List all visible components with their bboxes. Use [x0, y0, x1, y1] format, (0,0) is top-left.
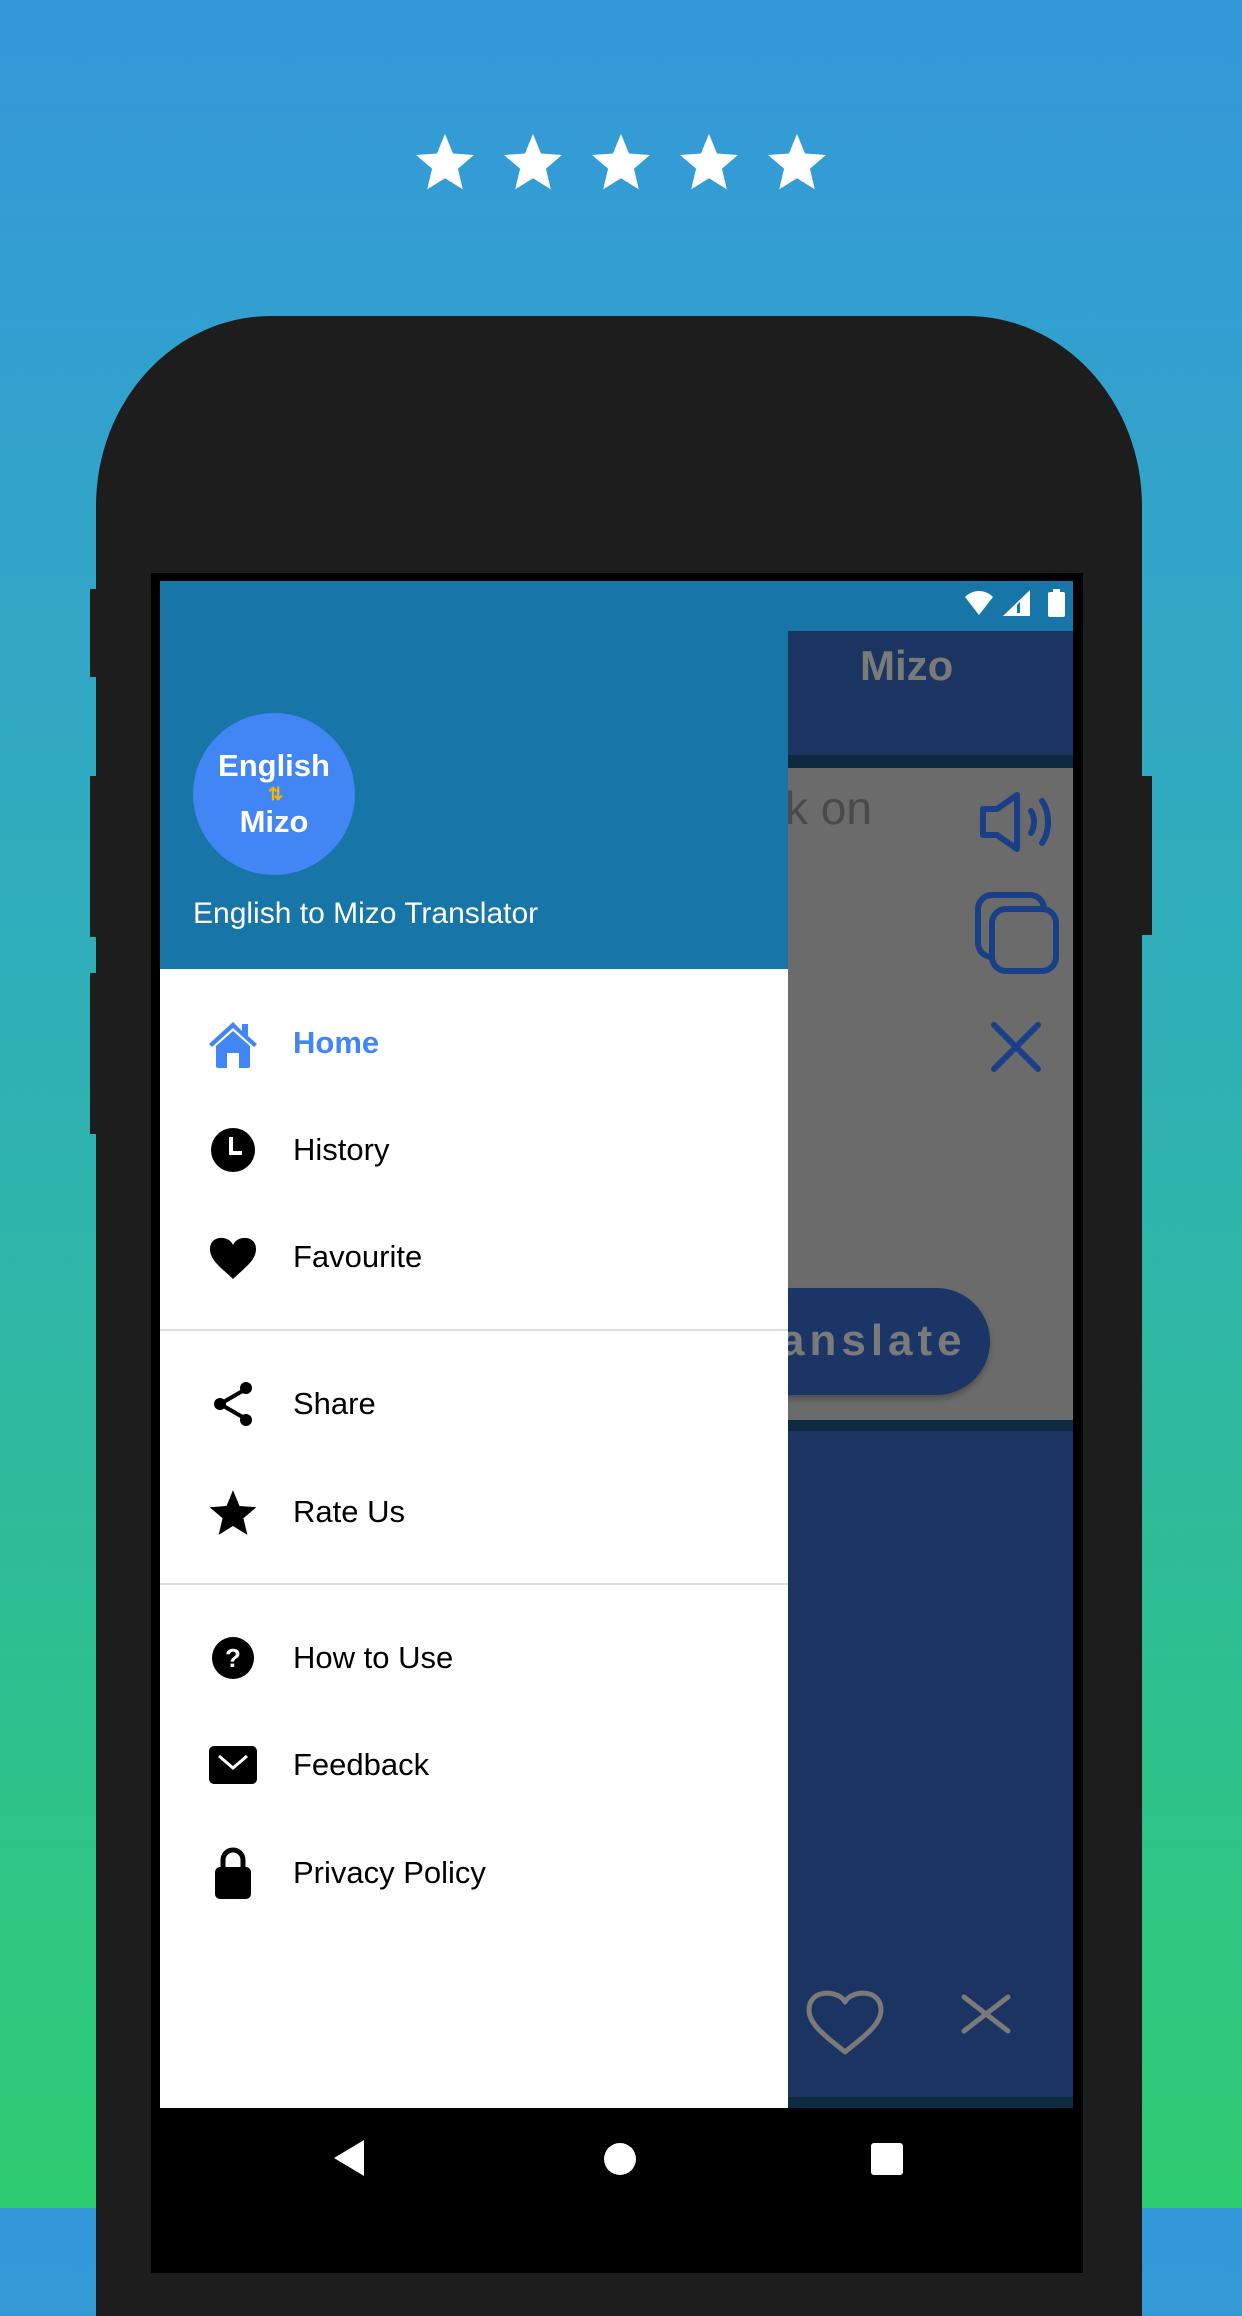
- star-icon: [680, 133, 738, 190]
- drawer-item-label: Rate Us: [293, 1494, 405, 1529]
- drawer-item-label: Home: [293, 1025, 380, 1060]
- help-icon: ?: [203, 1628, 263, 1688]
- input-text-field[interactable]: k on: [785, 780, 872, 836]
- drawer-divider: [160, 1329, 788, 1331]
- system-navigation-bar: [160, 2108, 1073, 2208]
- wifi-icon: [965, 591, 993, 615]
- star-icon: [203, 1482, 263, 1542]
- drawer-item-rate-us[interactable]: Rate Us: [160, 1462, 788, 1562]
- star-icon: [416, 133, 474, 190]
- battery-icon: [1048, 589, 1065, 617]
- drawer-item-label: History: [293, 1132, 390, 1167]
- app-logo: English ⇅ Mizo: [193, 713, 355, 875]
- clear-input-button[interactable]: [990, 1021, 1042, 1073]
- mail-icon: [203, 1735, 263, 1795]
- app-logo-source-language: English: [218, 748, 330, 783]
- copy-icon: [975, 892, 1059, 974]
- heart-icon: [203, 1227, 263, 1287]
- drawer-item-label: Feedback: [293, 1747, 430, 1782]
- translate-button-label: anslate: [780, 1316, 967, 1365]
- drawer-item-label: Privacy Policy: [293, 1855, 486, 1890]
- drawer-item-label: Share: [293, 1386, 376, 1421]
- favourite-output-button[interactable]: [805, 1986, 885, 2056]
- star-icon: [504, 133, 562, 190]
- svg-text:?: ?: [225, 1643, 241, 1673]
- drawer-divider: [160, 1583, 788, 1585]
- speak-input-button[interactable]: [978, 791, 1056, 853]
- clear-icon: [961, 1994, 1011, 2034]
- home-nav-button[interactable]: [603, 2142, 637, 2176]
- target-language-label[interactable]: Mizo: [860, 641, 953, 691]
- navigation-drawer: English ⇅ Mizo English to Mizo Translato…: [160, 581, 788, 2108]
- phone-power-button: [1142, 776, 1152, 935]
- drawer-item-privacy-policy[interactable]: Privacy Policy: [160, 1823, 788, 1923]
- recents-icon: [871, 2143, 903, 2175]
- star-icon: [592, 133, 650, 190]
- rating-stars: [0, 130, 1242, 202]
- history-icon: [203, 1120, 263, 1180]
- drawer-item-home[interactable]: Home: [160, 993, 788, 1093]
- home-icon: [203, 1013, 263, 1073]
- drawer-item-favourite[interactable]: Favourite: [160, 1207, 788, 1307]
- back-icon: [334, 2140, 364, 2176]
- phone-screen: Mizo k on anslate English ⇅ Mizo English…: [160, 581, 1073, 2208]
- drawer-header: English ⇅ Mizo English to Mizo Translato…: [160, 581, 788, 969]
- signal-icon: [1003, 590, 1030, 616]
- drawer-item-label: Favourite: [293, 1239, 423, 1274]
- lock-icon: [203, 1843, 263, 1903]
- drawer-item-feedback[interactable]: Feedback: [160, 1715, 788, 1815]
- drawer-item-label: How to Use: [293, 1640, 454, 1675]
- speaker-icon: [980, 792, 1051, 852]
- drawer-item-share[interactable]: Share: [160, 1354, 788, 1454]
- copy-input-button[interactable]: [974, 891, 1060, 977]
- drawer-item-how-to-use[interactable]: ? How to Use: [160, 1608, 788, 1708]
- back-button[interactable]: [332, 2138, 368, 2178]
- clear-icon: [991, 1022, 1041, 1072]
- clear-output-button[interactable]: [960, 1993, 1012, 2045]
- favourite-outline-icon: [806, 1990, 884, 2055]
- share-icon: [203, 1374, 263, 1434]
- star-icon: [768, 133, 826, 190]
- home-circle-icon: [604, 2143, 636, 2175]
- swap-arrows-icon: ⇅: [267, 784, 283, 804]
- drawer-item-history[interactable]: History: [160, 1100, 788, 1200]
- recents-button[interactable]: [870, 2142, 904, 2176]
- app-logo-target-language: Mizo: [239, 804, 309, 839]
- drawer-app-name: English to Mizo Translator: [193, 897, 539, 930]
